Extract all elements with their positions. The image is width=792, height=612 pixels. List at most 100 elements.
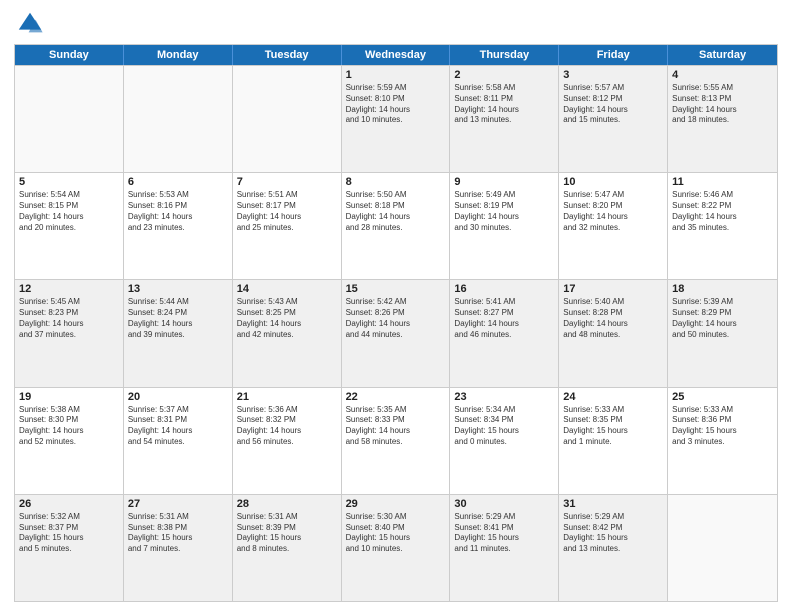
day-number: 16 <box>454 283 554 295</box>
table-row: 1 Sunrise: 5:59 AM Sunset: 8:10 PM Daylig… <box>342 66 451 172</box>
cell-info: Sunrise: 5:57 AM Sunset: 8:12 PM Dayligh… <box>563 83 663 126</box>
page: Sunday Monday Tuesday Wednesday Thursday… <box>0 0 792 612</box>
table-row: 10 Sunrise: 5:47 AM Sunset: 8:20 PM Dayli… <box>559 173 668 279</box>
day-number: 22 <box>346 391 446 403</box>
cell-info: Sunrise: 5:58 AM Sunset: 8:11 PM Dayligh… <box>454 83 554 126</box>
table-row <box>233 66 342 172</box>
cell-info: Sunrise: 5:34 AM Sunset: 8:34 PM Dayligh… <box>454 405 554 448</box>
day-number: 17 <box>563 283 663 295</box>
table-row <box>124 66 233 172</box>
table-row: 27Sunrise: 5:31 AM Sunset: 8:38 PM Dayli… <box>124 495 233 601</box>
calendar-row-3: 19 Sunrise: 5:38 AM Sunset: 8:30 PM Dayli… <box>15 387 777 494</box>
day-number: 28 <box>237 498 337 510</box>
day-number: 3 <box>563 69 663 81</box>
calendar-row-2: 12 Sunrise: 5:45 AM Sunset: 8:23 PM Dayli… <box>15 279 777 386</box>
calendar: Sunday Monday Tuesday Wednesday Thursday… <box>14 44 778 602</box>
day-number: 27 <box>128 498 228 510</box>
logo-icon <box>16 10 44 38</box>
table-row <box>668 495 777 601</box>
day-number: 21 <box>237 391 337 403</box>
day-number: 5 <box>19 176 119 188</box>
cell-info: Sunrise: 5:55 AM Sunset: 8:13 PM Dayligh… <box>672 83 773 126</box>
cell-info: Sunrise: 5:32 AM Sunset: 8:37 PM Dayligh… <box>19 512 119 555</box>
table-row: 13Sunrise: 5:44 AM Sunset: 8:24 PM Dayli… <box>124 280 233 386</box>
day-number: 4 <box>672 69 773 81</box>
cell-info: Sunrise: 5:33 AM Sunset: 8:36 PM Dayligh… <box>672 405 773 448</box>
header-wednesday: Wednesday <box>342 45 451 65</box>
day-number: 18 <box>672 283 773 295</box>
table-row: 19 Sunrise: 5:38 AM Sunset: 8:30 PM Dayli… <box>15 388 124 494</box>
day-number: 26 <box>19 498 119 510</box>
table-row: 6Sunrise: 5:53 AM Sunset: 8:16 PM Daylig… <box>124 173 233 279</box>
day-number: 15 <box>346 283 446 295</box>
table-row: 26 Sunrise: 5:32 AM Sunset: 8:37 PM Dayli… <box>15 495 124 601</box>
header-monday: Monday <box>124 45 233 65</box>
day-number: 10 <box>563 176 663 188</box>
cell-info: Sunrise: 5:54 AM Sunset: 8:15 PM Dayligh… <box>19 190 119 233</box>
table-row: 29 Sunrise: 5:30 AM Sunset: 8:40 PM Dayli… <box>342 495 451 601</box>
day-number: 25 <box>672 391 773 403</box>
cell-info: Sunrise: 5:59 AM Sunset: 8:10 PM Dayligh… <box>346 83 446 126</box>
header-sunday: Sunday <box>15 45 124 65</box>
calendar-body: 1 Sunrise: 5:59 AM Sunset: 8:10 PM Daylig… <box>15 65 777 601</box>
cell-info: Sunrise: 5:30 AM Sunset: 8:40 PM Dayligh… <box>346 512 446 555</box>
table-row: 3 Sunrise: 5:57 AM Sunset: 8:12 PM Daylig… <box>559 66 668 172</box>
table-row: 30 Sunrise: 5:29 AM Sunset: 8:41 PM Dayli… <box>450 495 559 601</box>
cell-info: Sunrise: 5:43 AM Sunset: 8:25 PM Dayligh… <box>237 297 337 340</box>
cell-info: Sunrise: 5:45 AM Sunset: 8:23 PM Dayligh… <box>19 297 119 340</box>
table-row: 9 Sunrise: 5:49 AM Sunset: 8:19 PM Daylig… <box>450 173 559 279</box>
day-number: 2 <box>454 69 554 81</box>
table-row: 15 Sunrise: 5:42 AM Sunset: 8:26 PM Dayli… <box>342 280 451 386</box>
cell-info: Sunrise: 5:49 AM Sunset: 8:19 PM Dayligh… <box>454 190 554 233</box>
day-number: 1 <box>346 69 446 81</box>
calendar-header: Sunday Monday Tuesday Wednesday Thursday… <box>15 45 777 65</box>
header-friday: Friday <box>559 45 668 65</box>
cell-info: Sunrise: 5:40 AM Sunset: 8:28 PM Dayligh… <box>563 297 663 340</box>
table-row: 18Sunrise: 5:39 AM Sunset: 8:29 PM Dayli… <box>668 280 777 386</box>
day-number: 31 <box>563 498 663 510</box>
cell-info: Sunrise: 5:29 AM Sunset: 8:42 PM Dayligh… <box>563 512 663 555</box>
cell-info: Sunrise: 5:42 AM Sunset: 8:26 PM Dayligh… <box>346 297 446 340</box>
table-row: 11 Sunrise: 5:46 AM Sunset: 8:22 PM Dayli… <box>668 173 777 279</box>
table-row: 5 Sunrise: 5:54 AM Sunset: 8:15 PM Daylig… <box>15 173 124 279</box>
day-number: 8 <box>346 176 446 188</box>
calendar-row-1: 5 Sunrise: 5:54 AM Sunset: 8:15 PM Daylig… <box>15 172 777 279</box>
day-number: 9 <box>454 176 554 188</box>
table-row: 24 Sunrise: 5:33 AM Sunset: 8:35 PM Dayli… <box>559 388 668 494</box>
calendar-row-0: 1 Sunrise: 5:59 AM Sunset: 8:10 PM Daylig… <box>15 65 777 172</box>
cell-info: Sunrise: 5:33 AM Sunset: 8:35 PM Dayligh… <box>563 405 663 448</box>
table-row: 31 Sunrise: 5:29 AM Sunset: 8:42 PM Dayli… <box>559 495 668 601</box>
table-row: 17 Sunrise: 5:40 AM Sunset: 8:28 PM Dayli… <box>559 280 668 386</box>
cell-info: Sunrise: 5:29 AM Sunset: 8:41 PM Dayligh… <box>454 512 554 555</box>
day-number: 11 <box>672 176 773 188</box>
header-thursday: Thursday <box>450 45 559 65</box>
cell-info: Sunrise: 5:50 AM Sunset: 8:18 PM Dayligh… <box>346 190 446 233</box>
table-row: 12 Sunrise: 5:45 AM Sunset: 8:23 PM Dayli… <box>15 280 124 386</box>
header-tuesday: Tuesday <box>233 45 342 65</box>
cell-info: Sunrise: 5:46 AM Sunset: 8:22 PM Dayligh… <box>672 190 773 233</box>
header <box>14 10 778 38</box>
calendar-row-4: 26 Sunrise: 5:32 AM Sunset: 8:37 PM Dayli… <box>15 494 777 601</box>
table-row: 2 Sunrise: 5:58 AM Sunset: 8:11 PM Daylig… <box>450 66 559 172</box>
cell-info: Sunrise: 5:44 AM Sunset: 8:24 PM Dayligh… <box>128 297 228 340</box>
day-number: 12 <box>19 283 119 295</box>
table-row: 28Sunrise: 5:31 AM Sunset: 8:39 PM Dayli… <box>233 495 342 601</box>
cell-info: Sunrise: 5:38 AM Sunset: 8:30 PM Dayligh… <box>19 405 119 448</box>
day-number: 30 <box>454 498 554 510</box>
day-number: 19 <box>19 391 119 403</box>
cell-info: Sunrise: 5:51 AM Sunset: 8:17 PM Dayligh… <box>237 190 337 233</box>
day-number: 24 <box>563 391 663 403</box>
day-number: 20 <box>128 391 228 403</box>
cell-info: Sunrise: 5:41 AM Sunset: 8:27 PM Dayligh… <box>454 297 554 340</box>
table-row: 7Sunrise: 5:51 AM Sunset: 8:17 PM Daylig… <box>233 173 342 279</box>
day-number: 29 <box>346 498 446 510</box>
table-row: 4 Sunrise: 5:55 AM Sunset: 8:13 PM Daylig… <box>668 66 777 172</box>
cell-info: Sunrise: 5:37 AM Sunset: 8:31 PM Dayligh… <box>128 405 228 448</box>
table-row: 8 Sunrise: 5:50 AM Sunset: 8:18 PM Daylig… <box>342 173 451 279</box>
day-number: 23 <box>454 391 554 403</box>
cell-info: Sunrise: 5:53 AM Sunset: 8:16 PM Dayligh… <box>128 190 228 233</box>
cell-info: Sunrise: 5:47 AM Sunset: 8:20 PM Dayligh… <box>563 190 663 233</box>
table-row <box>15 66 124 172</box>
cell-info: Sunrise: 5:35 AM Sunset: 8:33 PM Dayligh… <box>346 405 446 448</box>
table-row: 21Sunrise: 5:36 AM Sunset: 8:32 PM Dayli… <box>233 388 342 494</box>
